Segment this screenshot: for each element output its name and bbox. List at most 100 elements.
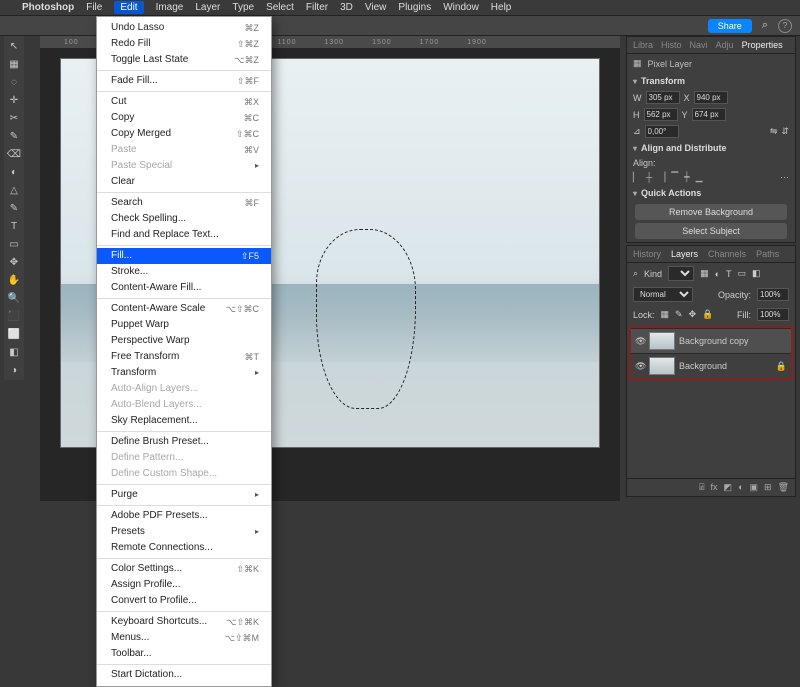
tool-4[interactable]: ✂: [6, 110, 22, 126]
help-icon[interactable]: ?: [778, 19, 792, 33]
lock-transparency-icon[interactable]: ▦: [661, 309, 670, 320]
tool-3[interactable]: ✛: [6, 92, 22, 108]
link-layers-icon[interactable]: ⍯: [699, 482, 704, 493]
filter-type-icon[interactable]: T: [726, 269, 732, 279]
opacity-input[interactable]: [757, 288, 789, 301]
tool-7[interactable]: ◐: [6, 164, 22, 180]
tool-6[interactable]: ⌫: [6, 146, 22, 162]
filter-adjust-icon[interactable]: ◐: [715, 269, 720, 279]
menu-item-clear[interactable]: Clear: [97, 174, 271, 190]
group-icon[interactable]: ▣: [750, 482, 759, 493]
layer-row[interactable]: 👁 Background 🔒: [631, 353, 791, 378]
menu-item-keyboard-shortcuts[interactable]: Keyboard Shortcuts...⌥⇧⌘K: [97, 614, 271, 630]
trash-icon[interactable]: 🗑: [778, 482, 789, 493]
menu-item-search[interactable]: Search⌘F: [97, 195, 271, 211]
tool-5[interactable]: ✎: [6, 128, 22, 144]
menu-item-convert-to-profile[interactable]: Convert to Profile...: [97, 593, 271, 609]
tab-history[interactable]: History: [633, 249, 661, 259]
tool-0[interactable]: ↖: [6, 38, 22, 54]
tab-paths[interactable]: Paths: [756, 249, 779, 259]
menu-item-remote-connections[interactable]: Remote Connections...: [97, 540, 271, 556]
layer-name[interactable]: Background: [679, 361, 727, 371]
lock-image-icon[interactable]: ✎: [675, 309, 683, 320]
menu-item-copy[interactable]: Copy⌘C: [97, 110, 271, 126]
menu-item-stroke[interactable]: Stroke...: [97, 264, 271, 280]
tool-17[interactable]: ◧: [6, 344, 22, 360]
menu-view[interactable]: View: [365, 2, 387, 13]
tool-1[interactable]: ▦: [6, 56, 22, 72]
menu-type[interactable]: Type: [232, 2, 254, 13]
layer-row[interactable]: 👁 Background copy: [631, 328, 791, 353]
align-bottom-icon[interactable]: ▁: [696, 172, 703, 183]
angle-input[interactable]: [645, 125, 679, 138]
blend-mode-select[interactable]: Normal: [633, 287, 693, 302]
menu-item-color-settings[interactable]: Color Settings...⇧⌘K: [97, 561, 271, 577]
menu-item-redo-fill[interactable]: Redo Fill⇧⌘Z: [97, 36, 271, 52]
filter-pixel-icon[interactable]: ▦: [700, 268, 709, 279]
tab-navigator[interactable]: Navi: [690, 40, 708, 50]
menu-image[interactable]: Image: [156, 2, 184, 13]
menu-window[interactable]: Window: [443, 2, 479, 13]
tool-16[interactable]: ⬜: [6, 326, 22, 342]
adjustment-icon[interactable]: ◐: [738, 482, 743, 493]
menu-item-adobe-pdf-presets[interactable]: Adobe PDF Presets...: [97, 508, 271, 524]
tool-2[interactable]: ◌: [6, 74, 22, 90]
tool-15[interactable]: ⬛: [6, 308, 22, 324]
align-hcenter-icon[interactable]: ┼: [646, 172, 652, 183]
align-top-icon[interactable]: ▔: [671, 172, 678, 183]
fill-input[interactable]: [757, 308, 789, 321]
menu-item-define-brush-preset[interactable]: Define Brush Preset...: [97, 434, 271, 450]
align-left-icon[interactable]: ▏: [633, 172, 640, 183]
filter-shape-icon[interactable]: ▭: [738, 268, 747, 279]
menu-file[interactable]: File: [86, 2, 102, 13]
menu-filter[interactable]: Filter: [306, 2, 328, 13]
lock-position-icon[interactable]: ✥: [689, 309, 697, 320]
tool-13[interactable]: ✋: [6, 272, 22, 288]
select-subject-button[interactable]: Select Subject: [635, 223, 787, 239]
menu-item-perspective-warp[interactable]: Perspective Warp: [97, 333, 271, 349]
tool-11[interactable]: ▭: [6, 236, 22, 252]
menu-item-cut[interactable]: Cut⌘X: [97, 94, 271, 110]
menu-item-find-and-replace-text[interactable]: Find and Replace Text...: [97, 227, 271, 243]
menu-item-free-transform[interactable]: Free Transform⌘T: [97, 349, 271, 365]
kind-select[interactable]: [668, 266, 694, 281]
menu-item-presets[interactable]: Presets: [97, 524, 271, 540]
tool-14[interactable]: 🔍: [6, 290, 22, 306]
flip-v-icon[interactable]: ⇵: [781, 126, 789, 137]
menu-item-sky-replacement[interactable]: Sky Replacement...: [97, 413, 271, 429]
flip-h-icon[interactable]: ⇋: [770, 126, 778, 137]
menu-item-copy-merged[interactable]: Copy Merged⇧⌘C: [97, 126, 271, 142]
tool-9[interactable]: ✎: [6, 200, 22, 216]
filter-smart-icon[interactable]: ◧: [752, 268, 761, 279]
search-icon[interactable]: ⌕: [762, 19, 768, 32]
tab-libraries[interactable]: Libra: [633, 40, 653, 50]
menu-item-puppet-warp[interactable]: Puppet Warp: [97, 317, 271, 333]
menu-select[interactable]: Select: [266, 2, 294, 13]
x-input[interactable]: [694, 91, 728, 104]
search-icon[interactable]: ⌕: [633, 268, 638, 279]
menu-item-content-aware-scale[interactable]: Content-Aware Scale⌥⇧⌘C: [97, 301, 271, 317]
y-input[interactable]: [692, 108, 726, 121]
align-vcenter-icon[interactable]: ┿: [684, 172, 689, 183]
menu-plugins[interactable]: Plugins: [398, 2, 431, 13]
width-input[interactable]: [646, 91, 680, 104]
menu-item-fill[interactable]: Fill...⇧F5: [97, 248, 271, 264]
tab-properties[interactable]: Properties: [742, 40, 783, 50]
mask-icon[interactable]: ◩: [724, 482, 733, 493]
quick-actions-header[interactable]: Quick Actions: [627, 185, 795, 201]
tool-18[interactable]: ◑: [6, 362, 22, 378]
menu-item-assign-profile[interactable]: Assign Profile...: [97, 577, 271, 593]
tab-layers[interactable]: Layers: [671, 249, 698, 259]
height-input[interactable]: [644, 108, 678, 121]
menu-item-toggle-last-state[interactable]: Toggle Last State⌥⌘Z: [97, 52, 271, 68]
menu-item-check-spelling[interactable]: Check Spelling...: [97, 211, 271, 227]
tab-adjustments[interactable]: Adju: [716, 40, 734, 50]
share-button[interactable]: Share: [708, 19, 752, 33]
menu-item-toolbar[interactable]: Toolbar...: [97, 646, 271, 662]
fx-icon[interactable]: fx: [711, 482, 718, 493]
layer-name[interactable]: Background copy: [679, 336, 749, 346]
align-more-icon[interactable]: ⋯: [780, 172, 789, 183]
visibility-icon[interactable]: 👁: [635, 336, 645, 347]
tool-8[interactable]: △: [6, 182, 22, 198]
menu-item-menus[interactable]: Menus...⌥⇧⌘M: [97, 630, 271, 646]
